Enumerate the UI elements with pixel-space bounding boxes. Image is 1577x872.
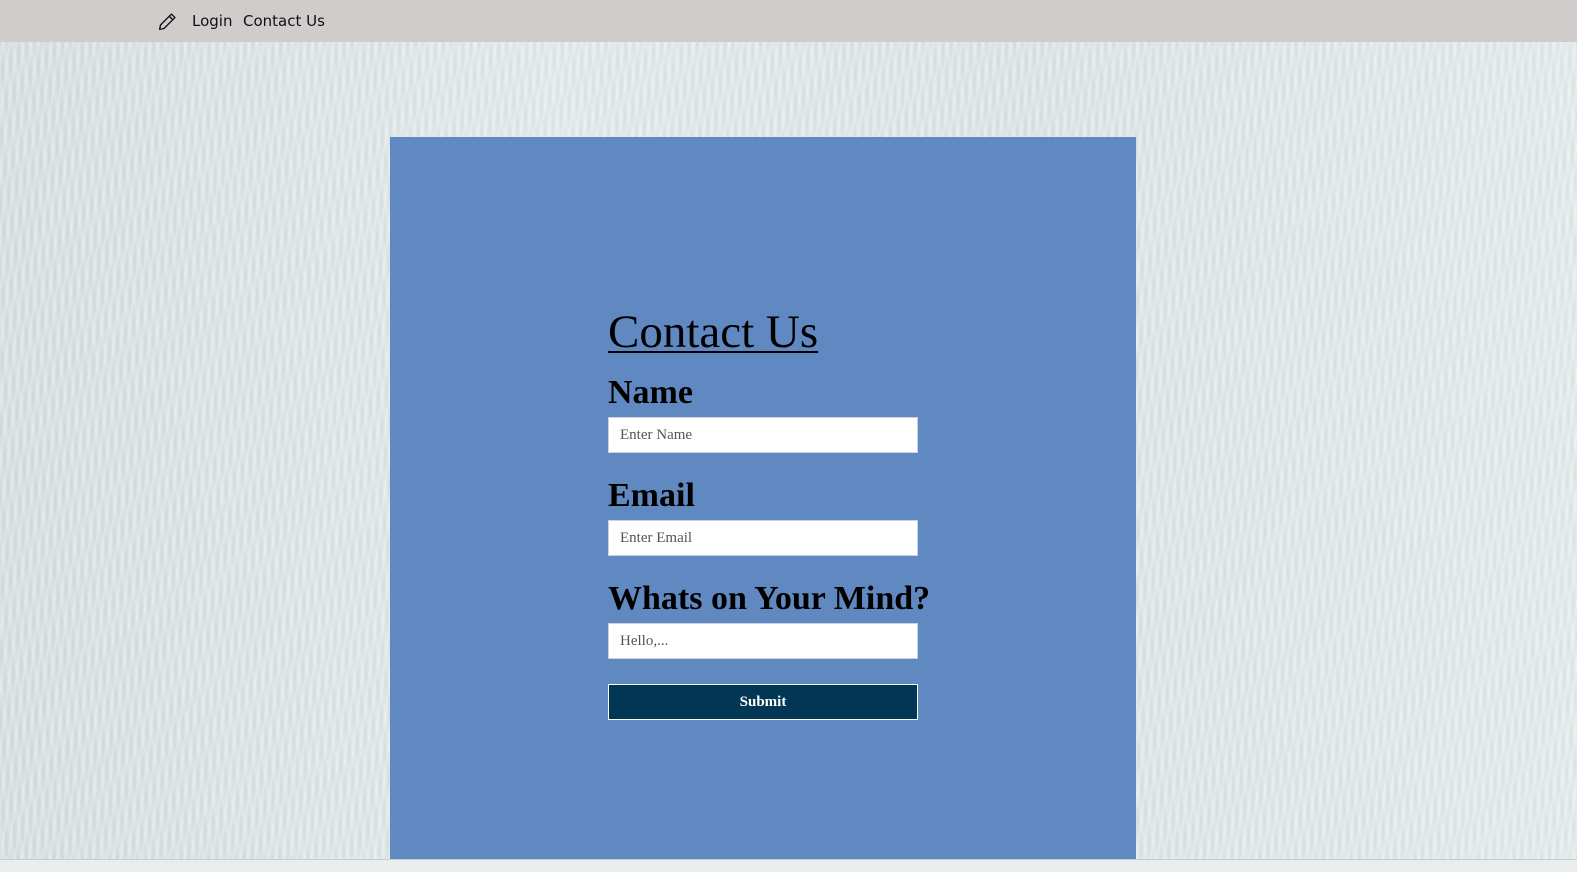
nav-contact-us-link[interactable]: Contact Us [243,12,325,30]
message-label: Whats on Your Mind? [608,580,931,617]
email-label: Email [608,477,695,514]
message-input[interactable] [608,623,918,659]
name-label: Name [608,374,693,411]
email-input[interactable] [608,520,918,556]
submit-button[interactable]: Submit [608,684,918,720]
contact-form: Contact Us Name Email Whats on Your Mind… [608,305,931,720]
name-input[interactable] [608,417,918,453]
horizontal-scrollbar[interactable] [0,859,1577,872]
nav-login-link[interactable]: Login [192,12,232,30]
page-title: Contact Us [608,306,819,358]
contact-panel: Contact Us Name Email Whats on Your Mind… [390,137,1136,861]
top-navbar: Login Contact Us [0,0,1577,42]
pencil-icon[interactable] [157,11,178,32]
